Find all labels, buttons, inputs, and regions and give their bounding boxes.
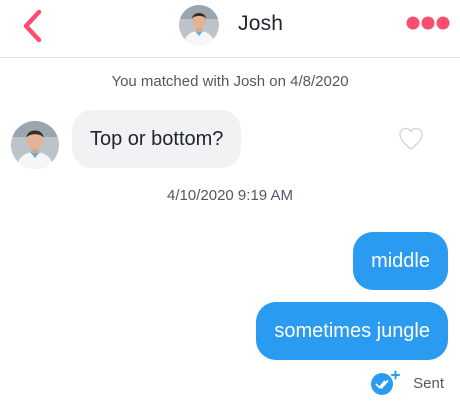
chevron-left-icon xyxy=(23,9,42,43)
heart-icon xyxy=(399,127,423,150)
more-options-button[interactable] xyxy=(405,15,451,31)
more-dots-icon xyxy=(406,16,450,30)
header-avatar[interactable] xyxy=(179,5,219,45)
sent-status-label: Sent xyxy=(413,374,444,392)
outgoing-message-bubble[interactable]: middle xyxy=(353,232,448,290)
back-button[interactable] xyxy=(18,6,48,46)
delivery-status: Sent xyxy=(371,370,444,396)
match-notice: You matched with Josh on 4/8/2020 xyxy=(111,73,349,90)
message-timestamp: 4/10/2020 9:19 AM xyxy=(167,187,293,204)
sent-check-icon xyxy=(371,370,401,395)
like-message-button[interactable] xyxy=(397,125,425,153)
outgoing-message-bubble[interactable]: sometimes jungle xyxy=(256,302,448,360)
incoming-message-bubble[interactable]: Top or bottom? xyxy=(72,110,242,168)
chat-header: Josh xyxy=(0,0,460,58)
sender-avatar[interactable] xyxy=(11,121,59,169)
contact-name[interactable]: Josh xyxy=(238,12,283,36)
